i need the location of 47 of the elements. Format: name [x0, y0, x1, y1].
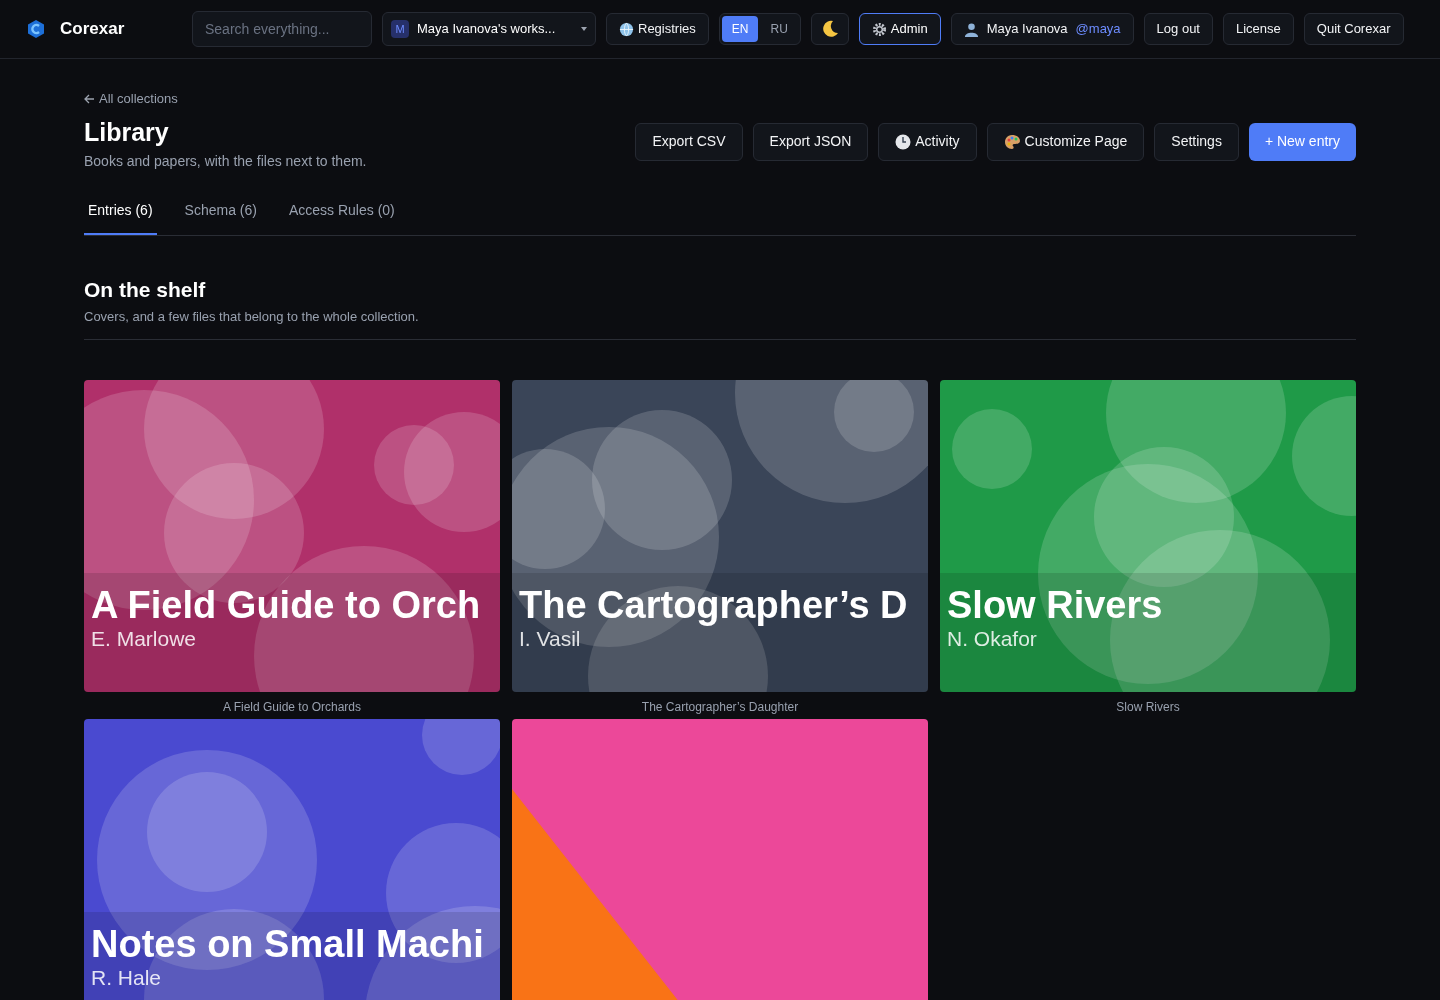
theme-toggle[interactable] — [810, 13, 849, 45]
section-subtitle: Covers, and a few files that belong to the whole collection. — [84, 308, 420, 326]
cover-author: N. Okafor — [947, 626, 1038, 651]
entry-caption: A Field Guide to Orchards — [221, 698, 363, 715]
palette-icon — [1003, 133, 1021, 150]
cover-title: Notes on Small Machi — [91, 921, 485, 966]
action-button[interactable]: Export CSV — [635, 122, 743, 161]
header-button[interactable]: Log out — [1143, 13, 1213, 45]
action-button[interactable]: + New entry — [1248, 122, 1356, 161]
action-button[interactable]: Customize Page — [986, 122, 1145, 161]
moon-icon — [820, 20, 839, 38]
page-subtitle: Books and papers, with the files next to them. — [84, 151, 367, 171]
cover-author: I. Vasil — [519, 626, 582, 651]
section-title: On the shelf — [84, 276, 207, 303]
globe-icon — [619, 21, 634, 37]
registries-button[interactable]: Registries — [606, 13, 709, 45]
search-field[interactable]: Search everything... — [192, 11, 372, 47]
cover-title: A Field Guide to Orch — [91, 582, 482, 627]
cover-author: E. Marlowe — [91, 626, 198, 651]
workspace-avatar: M — [391, 20, 409, 38]
logo-icon — [26, 19, 46, 39]
clock-icon — [895, 133, 912, 150]
workspace-dropdown[interactable]: M Maya Ivanova's works... — [382, 12, 596, 46]
tab[interactable]: Entries (6) — [84, 199, 157, 235]
admin-button[interactable]: Admin — [858, 13, 941, 45]
arrow-left-icon — [84, 93, 95, 104]
cover-title: The Cartographer’s D — [519, 582, 909, 627]
entry-caption: The Cartographer’s Daughter — [640, 698, 800, 715]
cover-title: Slow Rivers — [947, 582, 1164, 627]
header-button[interactable]: License — [1223, 13, 1294, 45]
app-name: Corexar — [60, 18, 125, 41]
action-button[interactable]: Settings — [1154, 122, 1239, 161]
action-button[interactable]: Export JSON — [752, 122, 869, 161]
page-title: Library — [84, 116, 170, 147]
header-button[interactable]: Quit Corexar — [1303, 13, 1404, 45]
tab[interactable]: Access Rules (0) — [284, 199, 399, 235]
entry-caption: Slow Rivers — [1115, 698, 1181, 715]
caret-icon — [581, 27, 587, 31]
language-option[interactable]: RU — [760, 16, 798, 42]
action-button[interactable]: Activity — [878, 122, 977, 161]
back-link[interactable]: All collections — [84, 89, 1356, 109]
tab[interactable]: Schema (6) — [180, 199, 261, 235]
gear-icon — [871, 21, 887, 37]
user-icon — [963, 21, 979, 37]
cover-author: R. Hale — [91, 965, 163, 990]
language-option[interactable]: EN — [721, 16, 759, 42]
user-menu-button[interactable]: Maya Ivanova @maya — [950, 13, 1134, 45]
